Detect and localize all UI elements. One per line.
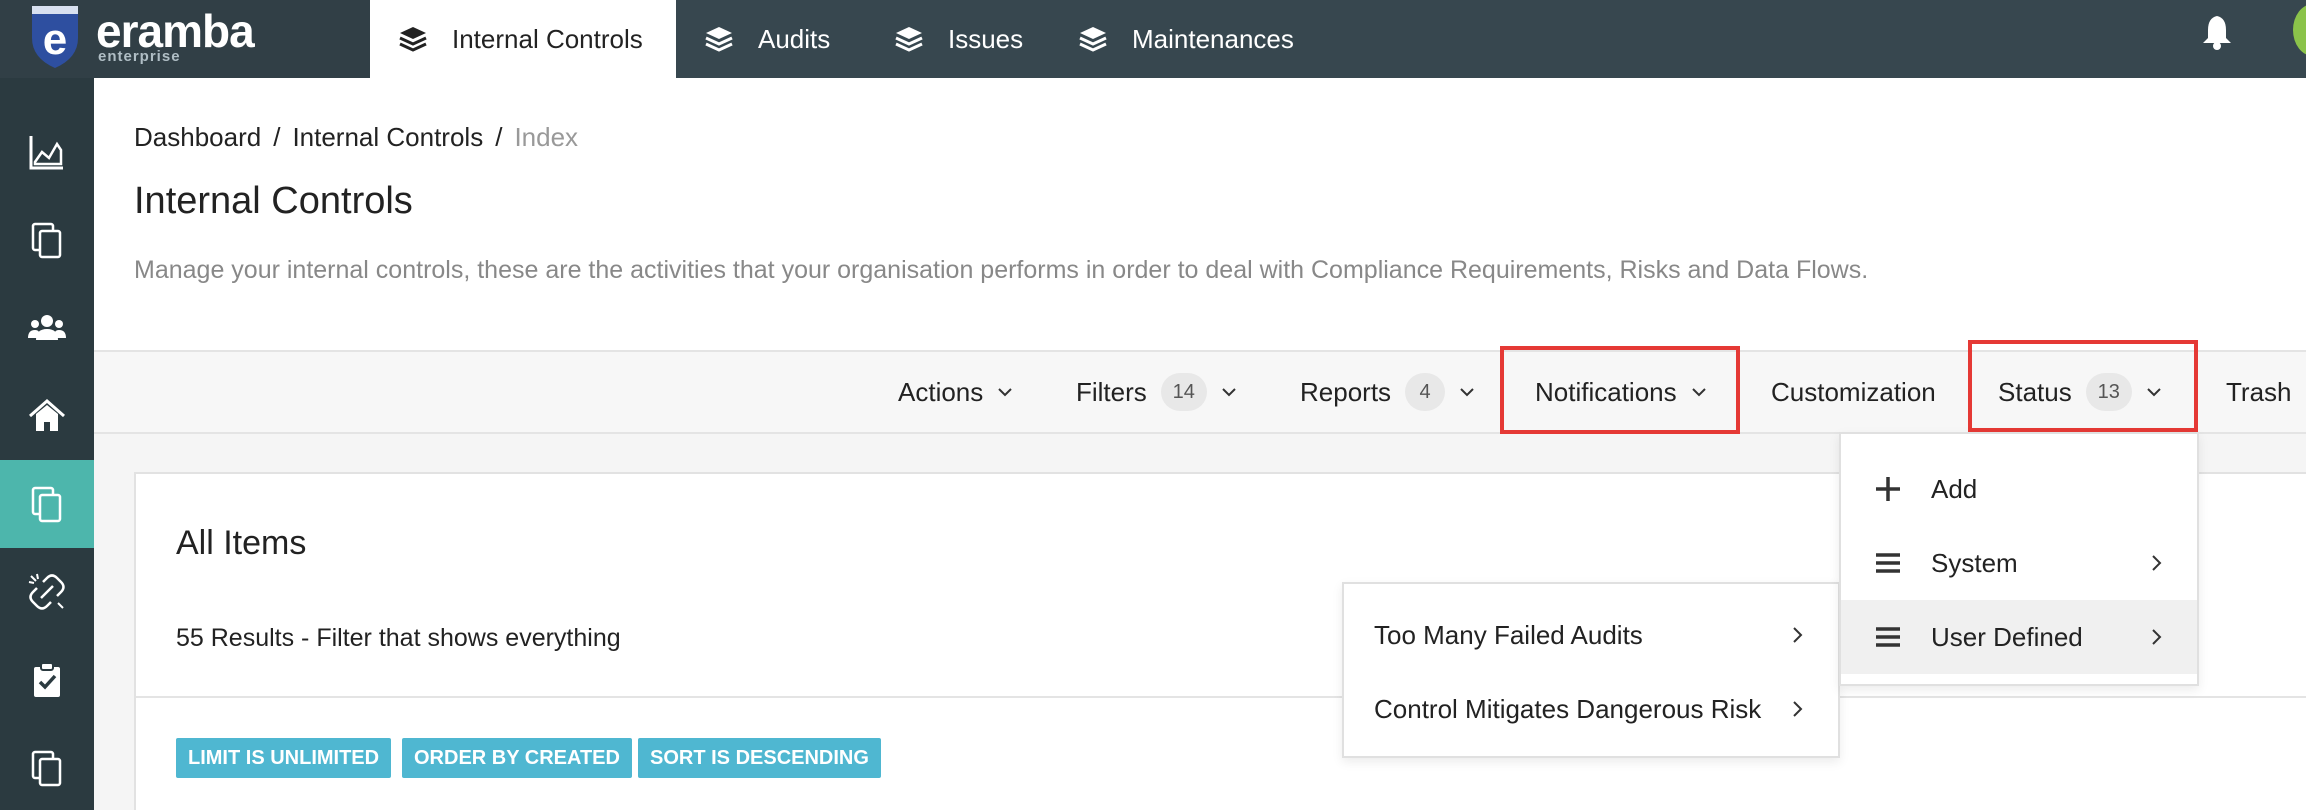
status-dropdown-menu: Add System User Defined xyxy=(1839,432,2199,686)
page-description: Manage your internal controls, these are… xyxy=(134,256,1869,284)
status-highlight-box xyxy=(1968,340,2198,432)
breadcrumb-separator: / xyxy=(273,122,281,152)
layers-icon xyxy=(705,27,733,52)
order-tag[interactable]: ORDER BY CREATED xyxy=(402,738,632,778)
user-defined-submenu: Too Many Failed Audits Control Mitigates… xyxy=(1342,582,1840,758)
bell-icon[interactable] xyxy=(2200,14,2234,50)
breadcrumb-internal-controls[interactable]: Internal Controls xyxy=(292,122,483,153)
layers-icon xyxy=(399,27,427,52)
plus-icon xyxy=(1876,477,1900,501)
breadcrumb: Dashboard / Internal Controls / Index xyxy=(134,122,578,153)
breadcrumb-current: Index xyxy=(514,122,579,152)
actions-label: Actions xyxy=(898,376,984,407)
users-icon xyxy=(28,315,66,340)
submenu-item-label: Control Mitigates Dangerous Risk xyxy=(1374,693,1762,724)
copy-icon xyxy=(31,486,62,523)
reports-label: Reports xyxy=(1300,376,1392,407)
divider xyxy=(136,696,2306,698)
tab-internal-controls[interactable]: Internal Controls xyxy=(370,0,676,78)
bars-icon xyxy=(1876,627,1900,647)
tab-label: Maintenances xyxy=(1132,23,1294,54)
customization-button[interactable]: Customization xyxy=(1771,352,1936,432)
status-menu-item-label: Add xyxy=(1931,473,1978,504)
sidebar-item-tasks[interactable] xyxy=(0,636,94,724)
sidebar xyxy=(0,78,94,810)
chart-area-icon xyxy=(29,136,63,170)
sidebar-item-copies[interactable] xyxy=(0,724,94,810)
sidebar-item-links[interactable] xyxy=(0,548,94,636)
chevron-right-icon xyxy=(2152,629,2162,645)
page-title: Internal Controls xyxy=(134,180,413,222)
limit-tag[interactable]: LIMIT IS UNLIMITED xyxy=(176,738,392,778)
reports-count-badge: 4 xyxy=(1405,373,1446,411)
unlink-icon xyxy=(28,573,65,610)
filters-menu-button[interactable]: Filters 14 xyxy=(1076,352,1237,432)
main-content: Dashboard / Internal Controls / Index In… xyxy=(94,78,2306,810)
toolbar: Actions Filters 14 Reports 4 Notificatio… xyxy=(94,340,2306,434)
chevron-down-icon xyxy=(998,388,1012,397)
app-window: e eramba enterprise Internal Controls Au… xyxy=(0,0,2306,810)
copy-icon xyxy=(31,222,62,259)
chevron-right-icon xyxy=(1793,627,1803,643)
submenu-item-too-many-failed-audits[interactable]: Too Many Failed Audits xyxy=(1344,598,1838,672)
bars-icon xyxy=(1876,553,1900,573)
filters-label: Filters xyxy=(1076,376,1147,407)
notifications-highlight-box xyxy=(1500,346,1740,434)
breadcrumb-separator: / xyxy=(495,122,503,152)
clipboard-check-icon xyxy=(34,662,60,697)
status-menu-item-label: System xyxy=(1931,547,2018,578)
layers-icon xyxy=(895,27,923,52)
status-menu-user-defined[interactable]: User Defined xyxy=(1841,600,2197,674)
results-summary: 55 Results - Filter that shows everythin… xyxy=(176,624,621,652)
breadcrumb-dashboard[interactable]: Dashboard xyxy=(134,122,261,153)
tab-label: Audits xyxy=(758,23,831,54)
tab-label: Internal Controls xyxy=(452,23,643,54)
card-title: All Items xyxy=(176,524,307,562)
chevron-right-icon xyxy=(2152,555,2162,571)
tab-audits[interactable]: Audits xyxy=(676,0,866,78)
status-menu-add[interactable]: Add xyxy=(1841,452,2197,526)
customization-label: Customization xyxy=(1771,376,1936,407)
svg-text:e: e xyxy=(43,15,67,64)
filters-count-badge: 14 xyxy=(1160,373,1207,411)
tab-issues[interactable]: Issues xyxy=(866,0,1050,78)
logo[interactable]: e eramba enterprise xyxy=(0,0,370,78)
layers-icon xyxy=(1079,27,1107,52)
trash-button[interactable]: Trash xyxy=(2226,352,2292,432)
tab-maintenances[interactable]: Maintenances xyxy=(1050,0,1330,78)
trash-label: Trash xyxy=(2226,376,2292,407)
copy-icon xyxy=(31,750,62,787)
chevron-down-icon xyxy=(1460,388,1474,397)
avatar[interactable] xyxy=(2293,4,2306,56)
sidebar-item-internal-controls[interactable] xyxy=(0,460,94,548)
sort-tag[interactable]: SORT IS DESCENDING xyxy=(638,738,881,778)
sidebar-item-users[interactable] xyxy=(0,284,94,372)
submenu-item-label: Too Many Failed Audits xyxy=(1374,619,1643,650)
logo-subtext: enterprise xyxy=(98,48,181,65)
submenu-item-control-mitigates-dangerous-risk[interactable]: Control Mitigates Dangerous Risk xyxy=(1344,672,1838,746)
status-menu-item-label: User Defined xyxy=(1931,621,2083,652)
sidebar-item-home[interactable] xyxy=(0,372,94,460)
status-menu-system[interactable]: System xyxy=(1841,526,2197,600)
eramba-shield-icon: e xyxy=(32,6,78,68)
sidebar-item-dashboard[interactable] xyxy=(0,108,94,196)
top-navbar: e eramba enterprise Internal Controls Au… xyxy=(0,0,2306,78)
chevron-down-icon xyxy=(1222,388,1236,397)
sidebar-item-documents[interactable] xyxy=(0,196,94,284)
tab-label: Issues xyxy=(948,23,1024,54)
actions-menu-button[interactable]: Actions xyxy=(898,352,1013,432)
home-icon xyxy=(29,398,65,431)
chevron-right-icon xyxy=(1793,701,1803,717)
reports-menu-button[interactable]: Reports 4 xyxy=(1300,352,1475,432)
